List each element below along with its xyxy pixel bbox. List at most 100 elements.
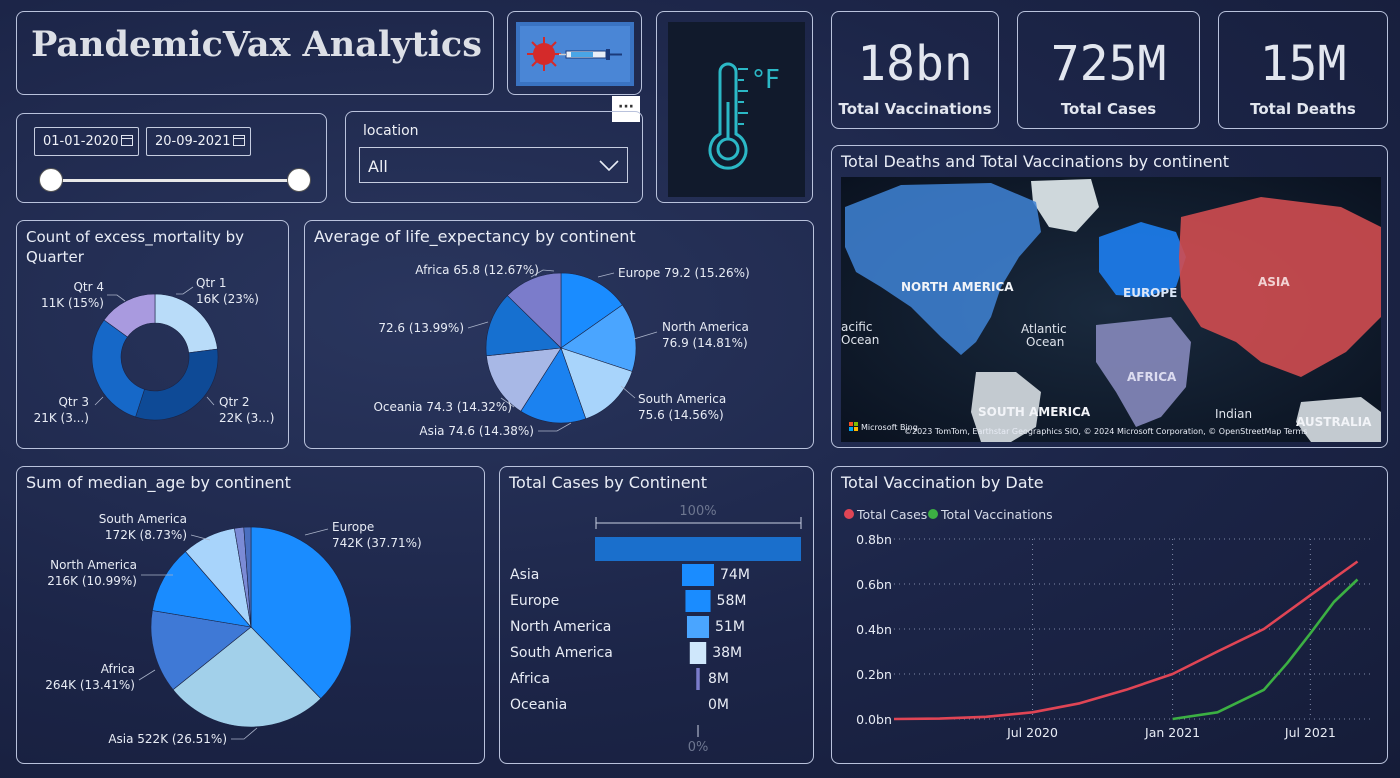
legend-label: Total Vaccinations [940,507,1053,522]
leader-line [633,331,658,340]
excess-mortality-donut[interactable]: Qtr 1 16K (23%) Qtr 2 22K (3...) Qtr 3 21K (3… [17,221,290,450]
slice-category-label: Qtr 3 [58,395,89,409]
slice-value-label: 11K (15%) [41,296,104,310]
slice-category-label: North America [662,320,749,334]
slice-value-label: 21K (3...) [34,411,89,425]
vaccination-line-chart[interactable]: Total Cases Total Vaccinations 0.0bn 0.2bn 0… [832,467,1389,765]
pie-slice[interactable] [91,319,145,418]
series-line[interactable] [893,560,1359,721]
life-expectancy-panel: Average of life_expectancy by continent … [304,220,814,449]
kpi-card-deaths: 15M Total Deaths [1218,11,1388,129]
slice-value-label: 76.9 (14.81%) [662,336,748,350]
legend-label: Total Cases [856,507,927,522]
slice-category-label: Qtr 4 [73,280,104,294]
median-age-pie[interactable]: Europe 742K (37.71%) Asia 522K (26.51%) Afr… [17,467,486,765]
slice-value-label: 172K (8.73%) [105,528,187,542]
leader-line [138,669,156,681]
leader-line [176,286,194,295]
life-expectancy-pie[interactable]: Europe 79.2 (15.26%) North America 76.9 (1… [305,221,815,450]
slice-value-label: 742K (37.71%) [332,536,422,550]
y-tick-label: 0.0bn [856,712,892,727]
funnel-top-label: 100% [679,504,716,519]
atlantic-line-2: Ocean [1026,335,1064,349]
legend-marker [928,509,938,519]
leader-line [467,321,489,329]
funnel-category-label: Africa [510,671,550,687]
calendar-icon[interactable] [233,135,245,146]
kpi-value: 725M [1050,36,1167,92]
location-dropdown[interactable]: All [359,147,628,183]
slice-category-label: South America [638,392,726,406]
end-date-value: 20-09-2021 [155,134,231,149]
date-slider-track[interactable] [52,179,300,182]
pacific-line-1: acific [841,320,872,334]
funnel-bar[interactable] [682,564,714,586]
funnel-bar[interactable] [696,668,700,690]
kpi-value: 18bn [857,36,973,92]
slice-value-label: 75.6 (14.56%) [638,408,724,422]
map-label-asia: ASIA [1258,275,1290,289]
date-slider-start-handle[interactable] [39,168,63,192]
kpi-label: Total Cases [1060,100,1157,118]
slice-value-label: 16K (23%) [196,292,259,306]
funnel-category-label: South America [510,645,613,661]
slice-label: Africa 65.8 (12.67%) [415,263,539,277]
map-attribution[interactable]: ©2023 TomTom, Earthstar Geographics SIO,… [904,427,1307,436]
slice-value-label: 22K (3...) [219,411,274,425]
leader-line [94,396,104,406]
funnel-value-label: 0M [708,697,729,713]
kpi-label: Total Deaths [1250,100,1356,118]
virus-icon [527,37,561,71]
world-map[interactable]: NORTH AMERICA EUROPE ASIA AFRICA SOUTH A… [841,177,1381,442]
series-line[interactable] [1172,578,1359,721]
thermometer-icon: °F [708,62,780,170]
location-label: location [363,123,419,139]
location-slicer: location All [345,111,643,203]
funnel-category-label: Asia [510,567,539,583]
kpi-label: Total Vaccinations [838,100,992,118]
chevron-down-icon [599,160,619,172]
atlantic-line-1: Atlantic [1021,322,1067,336]
kpi-card-vaccinations: 18bn Total Vaccinations [831,11,999,129]
leader-line [620,385,636,399]
y-tick-label: 0.2bn [856,667,892,682]
date-slider-end-handle[interactable] [287,168,311,192]
leader-line [538,422,572,432]
funnel-bottom-label: 0% [688,740,709,755]
y-tick-label: 0.6bn [856,577,892,592]
fahrenheit-label: °F [752,65,780,95]
vaccination-line-panel: Total Vaccination by Date Total Cases Tot… [831,466,1388,764]
slice-category-label: Qtr 1 [196,276,227,290]
map-panel: Total Deaths and Total Vaccinations by c… [831,145,1388,448]
funnel-category-label: Oceania [510,697,567,713]
slice-label: Asia 522K (26.51%) [108,732,227,746]
start-date-input[interactable]: 01-01-2020 [34,127,139,156]
date-slicer: 01-01-2020 20-09-2021 [16,113,327,203]
slice-category-label: North America [50,558,137,572]
leader-line [231,727,258,740]
title-card: PandemicVax Analytics [16,11,494,95]
vaccine-image-card [507,11,642,95]
total-cases-panel: Total Cases by Continent 100% Asia 74M Euro… [499,466,814,764]
slice-category-label: South America [99,512,187,526]
pie-slice[interactable] [135,348,219,421]
slice-value-label: 264K (13.41%) [45,678,135,692]
leader-line [206,396,215,406]
slice-category-label: Qtr 2 [219,395,250,409]
funnel-bar[interactable] [689,642,707,664]
funnel-value-label: 51M [715,619,745,635]
slice-category-label: Europe [332,520,374,534]
x-tick-label: Jul 2020 [1006,725,1058,740]
calendar-icon[interactable] [121,135,133,146]
start-date-value: 01-01-2020 [43,134,119,149]
map-label-indian: Indian [1215,407,1252,421]
end-date-input[interactable]: 20-09-2021 [146,127,251,156]
slice-label: 72.6 (13.99%) [378,321,464,335]
pacific-line-2: Ocean [841,333,879,347]
funnel-bar[interactable] [686,616,710,638]
funnel-bar[interactable] [685,590,711,612]
funnel-value-label: 74M [720,567,750,583]
y-tick-label: 0.8bn [856,532,892,547]
map-label-atlantic: Atlantic Ocean [1021,322,1067,349]
total-cases-funnel[interactable]: 100% Asia 74M Europe 58M North America 51M Sout… [500,467,815,765]
